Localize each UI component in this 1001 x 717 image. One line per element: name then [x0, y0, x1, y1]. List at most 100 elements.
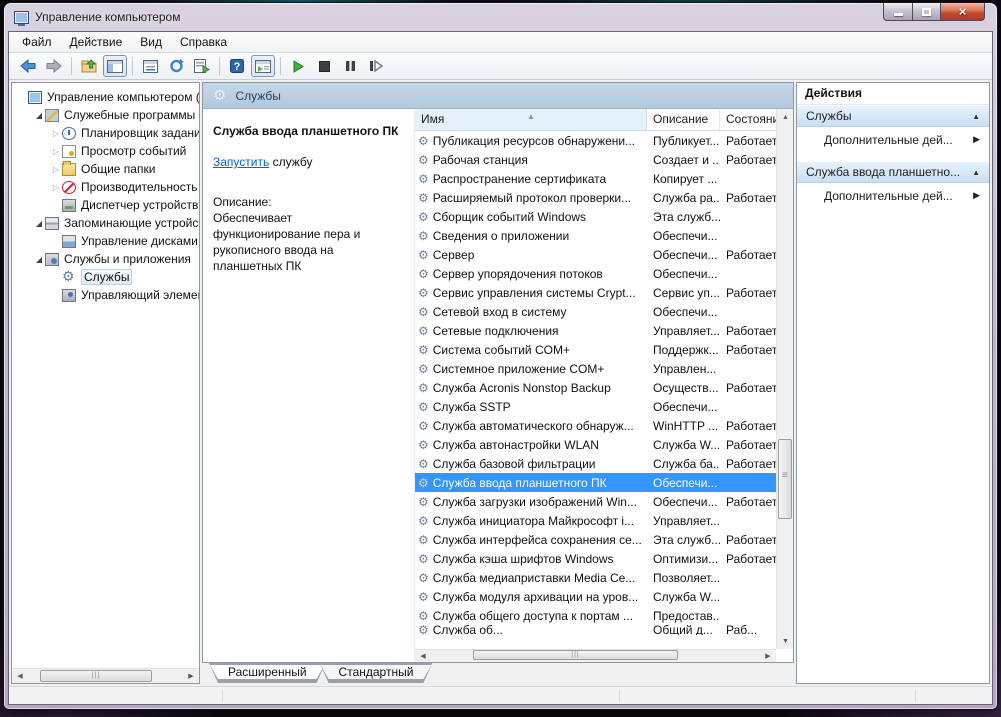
properties-icon[interactable]: [138, 55, 162, 77]
table-row[interactable]: ⚙Расширяемый протокол проверки...Служба …: [415, 188, 776, 207]
refresh-icon[interactable]: [164, 55, 188, 77]
tab-standard[interactable]: Стандартный: [320, 663, 433, 683]
scrollbar-track[interactable]: |||: [431, 649, 760, 664]
back-icon[interactable]: [16, 55, 40, 77]
table-row[interactable]: ⚙СерверОбеспечи...Работает: [415, 245, 776, 264]
actions-menu-item[interactable]: Дополнительные дей...▶: [797, 183, 989, 208]
column-header-description[interactable]: Описание: [647, 109, 720, 130]
scrollbar-thumb[interactable]: |||: [40, 670, 152, 682]
table-row[interactable]: ⚙Служба автоматического обнаруж...WinHTT…: [415, 416, 776, 435]
table-row[interactable]: ⚙Служба инициатора Майкрософт i...Управл…: [415, 511, 776, 530]
service-name: Рабочая станция: [433, 153, 528, 167]
close-button[interactable]: ×: [941, 3, 985, 21]
show-console-tree-icon[interactable]: [103, 55, 127, 77]
table-row[interactable]: ⚙Рабочая станцияСоздает и ...Работает: [415, 150, 776, 169]
table-row[interactable]: ⚙Распространение сертификатаКопирует ...: [415, 169, 776, 188]
expand-icon[interactable]: ▷: [50, 183, 62, 192]
tree-item[interactable]: Управление компьютером (л: [12, 88, 199, 106]
tree-item[interactable]: Диспетчер устройств: [12, 196, 199, 214]
window-title: Управление компьютером: [35, 10, 180, 24]
table-row[interactable]: ⚙Публикация ресурсов обнаружени...Публик…: [415, 131, 776, 150]
tree-item[interactable]: ▷Общие папки: [12, 160, 199, 178]
actions-section-header[interactable]: Службы▲: [797, 105, 989, 127]
collapse-icon[interactable]: ◢: [33, 111, 45, 120]
table-row[interactable]: ⚙Служба интерфейса сохранения се...Эта с…: [415, 530, 776, 549]
table-row[interactable]: ⚙Сетевой вход в системуОбеспечи...: [415, 302, 776, 321]
show-action-pane-icon[interactable]: [251, 55, 275, 77]
stop-service-icon[interactable]: [312, 55, 336, 77]
scroll-right-icon[interactable]: ▶: [183, 669, 199, 684]
start-service-icon[interactable]: [286, 55, 310, 77]
chevron-up-icon[interactable]: ▲: [972, 168, 980, 177]
tree-item[interactable]: ▷Производительность: [12, 178, 199, 196]
tree-item[interactable]: ◢Службы и приложения: [12, 250, 199, 268]
table-row[interactable]: ⚙Сервер упорядочения потоковОбеспечи...: [415, 264, 776, 283]
actions-menu-item[interactable]: Дополнительные дей...▶: [797, 127, 989, 152]
menu-item[interactable]: Справка: [171, 32, 236, 52]
tree-item[interactable]: Службы: [12, 268, 199, 286]
service-description-cell: Предостав...: [647, 609, 720, 623]
tree-item[interactable]: ▷Планировщик заданий: [12, 124, 199, 142]
table-row[interactable]: ⚙Служба медиаприставки Media Ce...Позвол…: [415, 568, 776, 587]
pause-service-icon[interactable]: [338, 55, 362, 77]
menu-item[interactable]: Действие: [61, 32, 132, 52]
table-row[interactable]: ⚙Служба кэша шрифтов WindowsОптимизи...Р…: [415, 549, 776, 568]
list-horizontal-scrollbar[interactable]: ◀ ||| ▶: [415, 649, 776, 662]
table-row[interactable]: ⚙Системное приложение COM+Управлен...: [415, 359, 776, 378]
performance-icon: [62, 181, 76, 194]
tree-item[interactable]: ▷Просмотр событий: [12, 142, 199, 160]
service-name: Системное приложение COM+: [433, 362, 605, 376]
menu-item[interactable]: Вид: [131, 32, 171, 52]
scroll-down-icon[interactable]: ▼: [777, 633, 794, 649]
chevron-up-icon[interactable]: ▲: [972, 112, 980, 121]
list-vertical-scrollbar[interactable]: ▲ ▼: [776, 109, 793, 649]
restart-service-icon[interactable]: [364, 55, 388, 77]
export-list-icon[interactable]: [190, 55, 214, 77]
actions-menu-item-label: Дополнительные дей...: [824, 189, 973, 203]
tree-item[interactable]: Управление дисками: [12, 232, 199, 250]
column-header-name[interactable]: Имя▲: [415, 109, 647, 130]
scroll-up-icon[interactable]: ▲: [777, 109, 794, 125]
table-row[interactable]: ⚙Служба автонастройки WLANСлужба W...Раб…: [415, 435, 776, 454]
title-bar[interactable]: Управление компьютером: [4, 3, 997, 31]
expand-icon[interactable]: ▷: [50, 165, 62, 174]
table-row[interactable]: ⚙Служба ввода планшетного ПКОбеспечи...: [415, 473, 776, 492]
table-row[interactable]: ⚙Служба общего доступа к портам ...Предо…: [415, 606, 776, 625]
start-service-link[interactable]: Запустить: [213, 155, 269, 169]
tab-extended[interactable]: Расширенный: [209, 663, 326, 683]
scroll-left-icon[interactable]: ◀: [415, 650, 431, 663]
tree-item[interactable]: Управляющий элемен: [12, 286, 199, 304]
scroll-left-icon[interactable]: ◀: [12, 669, 28, 684]
column-header-status[interactable]: Состояни: [720, 109, 776, 130]
table-row[interactable]: ⚙Служба загрузки изображений Win...Обесп…: [415, 492, 776, 511]
scrollbar-thumb[interactable]: |||: [473, 650, 678, 660]
scroll-right-icon[interactable]: ▶: [760, 650, 776, 663]
table-row[interactable]: ⚙Система событий COM+Поддержк...Работает: [415, 340, 776, 359]
maximize-button[interactable]: [913, 3, 941, 21]
table-row[interactable]: ⚙Сведения о приложенииОбеспечи...: [415, 226, 776, 245]
menu-item[interactable]: Файл: [13, 32, 61, 52]
tree-horizontal-scrollbar[interactable]: ◀ ||| ▶: [12, 668, 199, 683]
table-row[interactable]: ⚙Служба базовой фильтрацииСлужба ба...Ра…: [415, 454, 776, 473]
table-row[interactable]: ⚙Сервис управления системы Crypt...Серви…: [415, 283, 776, 302]
table-row[interactable]: ⚙Сетевые подключенияУправляет...Работает: [415, 321, 776, 340]
expand-icon[interactable]: ▷: [50, 147, 62, 156]
collapse-icon[interactable]: ◢: [33, 219, 45, 228]
tree-item[interactable]: ◢Запоминающие устройст: [12, 214, 199, 232]
storage-icon: [45, 217, 59, 230]
actions-section-header[interactable]: Служба ввода планшетно...▲: [797, 161, 989, 183]
scrollbar-track[interactable]: |||: [28, 669, 183, 684]
expand-icon[interactable]: ▷: [50, 129, 62, 138]
table-row[interactable]: ⚙Сборщик событий WindowsЭта служб...: [415, 207, 776, 226]
forward-icon[interactable]: [42, 55, 66, 77]
table-row[interactable]: ⚙Служба модуля архивации на уров...Служб…: [415, 587, 776, 606]
table-row[interactable]: ⚙Служба Acronis Nonstop BackupОсуществ..…: [415, 378, 776, 397]
table-row[interactable]: ⚙Служба об...Общий д...Раб...: [415, 625, 776, 635]
table-row[interactable]: ⚙Служба SSTPОбеспечи...: [415, 397, 776, 416]
tree-item[interactable]: ◢Служебные программы: [12, 106, 199, 124]
folder-up-icon[interactable]: [77, 55, 101, 77]
minimize-button[interactable]: [883, 3, 913, 21]
help-icon[interactable]: ?: [225, 55, 249, 77]
collapse-icon[interactable]: ◢: [33, 255, 45, 264]
scrollbar-thumb[interactable]: [778, 439, 792, 519]
